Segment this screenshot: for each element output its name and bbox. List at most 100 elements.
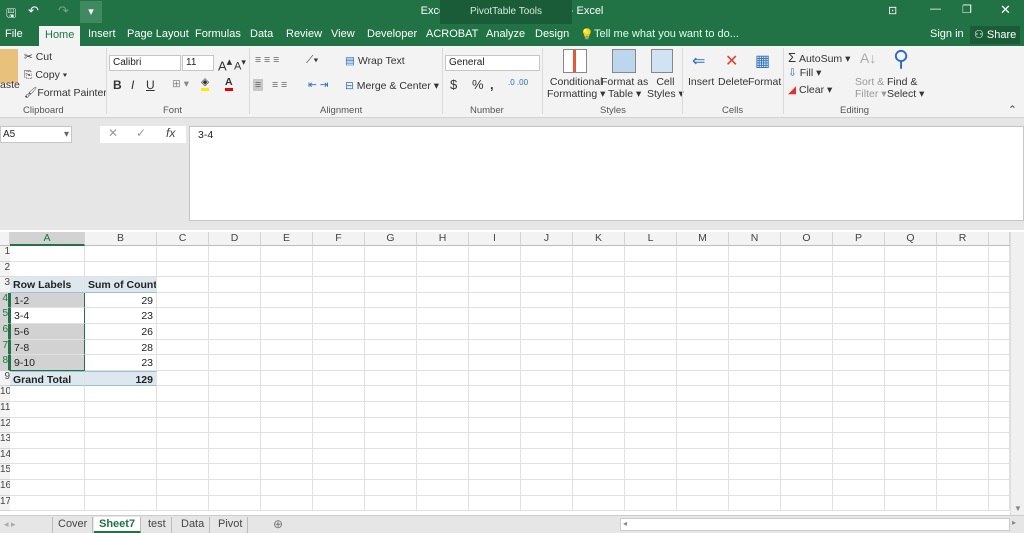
merge-center-button[interactable]: ⊟ Merge & Center ▾ bbox=[345, 80, 439, 92]
grand-total-value[interactable]: 129 bbox=[85, 370, 157, 387]
cell[interactable] bbox=[261, 339, 313, 356]
row-header-11[interactable]: 11 bbox=[0, 402, 10, 418]
cell[interactable] bbox=[157, 464, 209, 480]
cell[interactable] bbox=[521, 339, 573, 356]
cell[interactable] bbox=[261, 261, 313, 278]
cell[interactable] bbox=[573, 277, 625, 293]
cell[interactable] bbox=[625, 370, 677, 387]
scroll-down-icon[interactable]: ▼ bbox=[1014, 504, 1022, 513]
insert-cells-button[interactable]: Insert bbox=[688, 76, 714, 88]
pivot-row-label[interactable]: 5-6 bbox=[10, 324, 85, 340]
cell[interactable] bbox=[781, 292, 833, 309]
cell[interactable] bbox=[365, 370, 417, 387]
cell[interactable] bbox=[833, 324, 885, 340]
cell[interactable] bbox=[313, 495, 365, 512]
cell[interactable] bbox=[729, 339, 781, 356]
indent-icons[interactable]: ⇤ ⇥ bbox=[308, 79, 329, 91]
row-header-10[interactable]: 10 bbox=[0, 386, 10, 402]
cell[interactable] bbox=[157, 308, 209, 324]
cell[interactable] bbox=[989, 464, 1010, 480]
cell[interactable] bbox=[469, 324, 521, 340]
cell[interactable] bbox=[833, 277, 885, 293]
cell[interactable] bbox=[469, 261, 521, 278]
sign-in-link[interactable]: Sign in bbox=[930, 28, 964, 40]
cell[interactable] bbox=[625, 402, 677, 418]
select-all-corner[interactable] bbox=[0, 232, 10, 246]
cell[interactable] bbox=[469, 480, 521, 496]
cell[interactable] bbox=[833, 261, 885, 278]
cell[interactable] bbox=[157, 292, 209, 309]
cell[interactable] bbox=[417, 355, 469, 371]
sheet-tab-pivot[interactable]: Pivot bbox=[213, 517, 249, 533]
cell[interactable] bbox=[365, 277, 417, 293]
row-header-3[interactable]: 3 bbox=[0, 277, 10, 293]
cell[interactable] bbox=[781, 433, 833, 449]
column-header-j[interactable]: J bbox=[521, 232, 573, 246]
cell[interactable] bbox=[417, 292, 469, 309]
cell[interactable] bbox=[469, 448, 521, 465]
cell[interactable] bbox=[313, 370, 365, 387]
cell[interactable] bbox=[833, 448, 885, 465]
sort-filter-button[interactable]: Sort & Filter ▾ bbox=[855, 76, 887, 100]
cell[interactable] bbox=[677, 480, 729, 496]
cell[interactable] bbox=[781, 370, 833, 387]
cell[interactable] bbox=[989, 355, 1010, 371]
cell[interactable] bbox=[573, 339, 625, 356]
cell[interactable] bbox=[833, 417, 885, 434]
cell[interactable] bbox=[573, 402, 625, 418]
cell[interactable] bbox=[833, 402, 885, 418]
cell[interactable] bbox=[937, 402, 989, 418]
cell[interactable] bbox=[365, 355, 417, 371]
cell[interactable] bbox=[261, 324, 313, 340]
cell[interactable] bbox=[365, 433, 417, 449]
cell[interactable] bbox=[573, 433, 625, 449]
cell[interactable] bbox=[10, 464, 85, 480]
cell[interactable] bbox=[521, 246, 573, 262]
cell[interactable] bbox=[937, 277, 989, 293]
cell[interactable] bbox=[85, 448, 157, 465]
cell[interactable] bbox=[625, 277, 677, 293]
cell[interactable] bbox=[781, 246, 833, 262]
cell[interactable] bbox=[729, 386, 781, 402]
cell[interactable] bbox=[261, 277, 313, 293]
cell[interactable] bbox=[989, 277, 1010, 293]
sheet-tab-test[interactable]: test bbox=[143, 517, 172, 533]
cell[interactable] bbox=[261, 464, 313, 480]
cell[interactable] bbox=[209, 246, 261, 262]
cell[interactable] bbox=[209, 324, 261, 340]
cell[interactable] bbox=[989, 261, 1010, 278]
cell[interactable] bbox=[781, 277, 833, 293]
cell[interactable] bbox=[313, 386, 365, 402]
cell[interactable] bbox=[209, 308, 261, 324]
cell[interactable] bbox=[521, 433, 573, 449]
cell[interactable] bbox=[677, 324, 729, 340]
cell[interactable] bbox=[625, 495, 677, 512]
cell[interactable] bbox=[209, 386, 261, 402]
row-header-4[interactable]: 4 bbox=[0, 292, 10, 309]
cell[interactable] bbox=[729, 308, 781, 324]
tab-developer[interactable]: Developer bbox=[367, 28, 417, 40]
cell[interactable] bbox=[781, 386, 833, 402]
tab-view[interactable]: View bbox=[331, 28, 355, 40]
cell[interactable] bbox=[729, 324, 781, 340]
cell[interactable] bbox=[209, 339, 261, 356]
pivot-row-value[interactable]: 23 bbox=[85, 308, 157, 324]
cell[interactable] bbox=[157, 261, 209, 278]
cell[interactable] bbox=[365, 339, 417, 356]
cell[interactable] bbox=[85, 261, 157, 278]
cancel-icon[interactable]: ✕ bbox=[108, 126, 118, 140]
cell[interactable] bbox=[625, 480, 677, 496]
row-header-2[interactable]: 2 bbox=[0, 261, 10, 278]
cell[interactable] bbox=[885, 355, 937, 371]
cell[interactable] bbox=[989, 433, 1010, 449]
cell[interactable] bbox=[625, 308, 677, 324]
cell[interactable] bbox=[729, 417, 781, 434]
cell[interactable] bbox=[521, 370, 573, 387]
cell[interactable] bbox=[781, 464, 833, 480]
cell[interactable] bbox=[261, 292, 313, 309]
worksheet-grid[interactable]: ABCDEFGHIJKLMNOPQR1234567891011121314151… bbox=[0, 232, 1010, 515]
name-box[interactable]: A5 ▾ bbox=[0, 126, 72, 143]
cell[interactable] bbox=[677, 292, 729, 309]
cell[interactable] bbox=[313, 261, 365, 278]
cell[interactable] bbox=[261, 417, 313, 434]
